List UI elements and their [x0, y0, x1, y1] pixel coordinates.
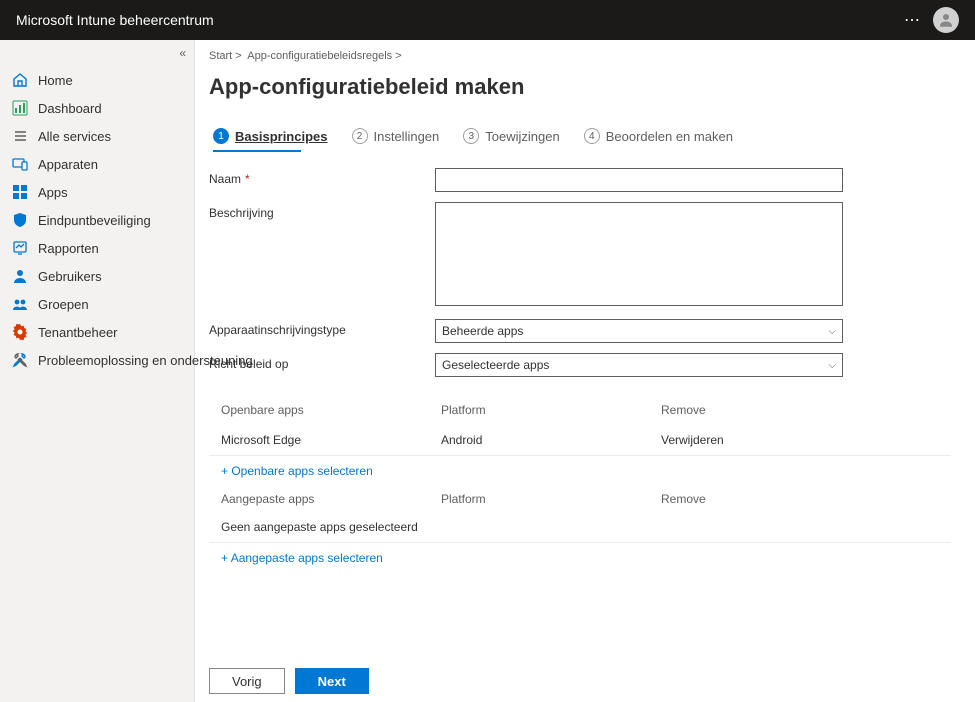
sidebar-item-services[interactable]: Alle services [0, 122, 194, 150]
name-label: Naam* [209, 168, 435, 186]
sidebar-label-home: Home [38, 73, 73, 88]
sidebar-label-reports: Rapporten [38, 241, 99, 256]
target-select[interactable]: Geselecteerde apps ⌵ [435, 353, 843, 377]
wrench-icon [12, 352, 28, 368]
step-label-4: Beoordelen en maken [606, 129, 733, 144]
public-apps-section: Openbare apps Platform Remove Microsoft … [209, 395, 951, 573]
enrollment-label: Apparaatinschrijvingstype [209, 319, 435, 337]
remove-link[interactable]: Verwijderen [661, 433, 724, 447]
public-apps-header-name: Openbare apps [221, 403, 441, 417]
breadcrumb-policies[interactable]: App-configuratiebeleidsregels > [247, 50, 401, 62]
gear-icon [12, 324, 28, 340]
sidebar-label-endpoint: Eindpuntbeveiliging [38, 213, 151, 228]
sidebar: « Home Dashboard Alle services Apparaten… [0, 40, 195, 702]
step-label-1: Basisprincipes [235, 129, 328, 144]
chevron-down-icon: ⌵ [828, 326, 836, 337]
sidebar-item-home[interactable]: Home [0, 66, 194, 94]
sidebar-item-endpoint[interactable]: Eindpuntbeveiliging [0, 206, 194, 234]
sidebar-item-tenant[interactable]: Tenantbeheer [0, 318, 194, 346]
sidebar-item-users[interactable]: Gebruikers [0, 262, 194, 290]
dashboard-icon [12, 100, 28, 116]
sidebar-item-reports[interactable]: Rapporten [0, 234, 194, 262]
breadcrumb: Start > App-configuratiebeleidsregels > [209, 50, 951, 62]
next-button[interactable]: Next [295, 668, 369, 694]
step-label-3: Toewijzingen [485, 129, 559, 144]
main-content: Start > App-configuratiebeleidsregels > … [195, 40, 975, 702]
sidebar-label-groups: Groepen [38, 297, 89, 312]
sidebar-label-apps: Apps [38, 185, 68, 200]
sidebar-item-apps[interactable]: Apps [0, 178, 194, 206]
step-circle-4: 4 [584, 128, 600, 144]
groups-icon [12, 296, 28, 312]
sidebar-label-tenant: Tenantbeheer [38, 325, 118, 340]
breadcrumb-start[interactable]: Start > [209, 50, 242, 62]
custom-apps-header-name: Aangepaste apps [221, 492, 441, 506]
reports-icon [12, 240, 28, 256]
sidebar-label-troubleshoot: Probleemoplossing en ondersteuning [38, 353, 253, 368]
description-label: Beschrijving [209, 202, 435, 220]
previous-button[interactable]: Vorig [209, 668, 285, 694]
public-apps-header-remove: Remove [661, 403, 821, 417]
sidebar-item-groups[interactable]: Groepen [0, 290, 194, 318]
select-custom-apps-link[interactable]: Aangepaste apps selecteren [209, 543, 951, 573]
list-icon [12, 128, 28, 144]
step-circle-1: 1 [213, 128, 229, 144]
app-platform: Android [441, 433, 661, 447]
step-assignments[interactable]: 3 Toewijzingen [463, 128, 559, 144]
sidebar-label-devices: Apparaten [38, 157, 98, 172]
public-apps-header-platform: Platform [441, 403, 661, 417]
sidebar-label-dashboard: Dashboard [38, 101, 102, 116]
apps-icon [12, 184, 28, 200]
step-circle-2: 2 [352, 128, 368, 144]
app-name: Microsoft Edge [221, 433, 441, 447]
devices-icon [12, 156, 28, 172]
step-basics[interactable]: 1 Basisprincipes [213, 128, 328, 144]
home-icon [12, 72, 28, 88]
chevron-down-icon: ⌵ [828, 360, 836, 371]
description-textarea[interactable] [435, 202, 843, 306]
wizard-steps: 1 Basisprincipes 2 Instellingen 3 Toewij… [209, 128, 951, 144]
avatar[interactable] [933, 7, 959, 33]
top-bar: Microsoft Intune beheercentrum ⋯ [0, 0, 975, 40]
app-title: Microsoft Intune beheercentrum [16, 12, 214, 28]
custom-apps-header-remove: Remove [661, 492, 821, 506]
custom-apps-empty: Geen aangepaste apps geselecteerd [209, 512, 951, 543]
step-settings[interactable]: 2 Instellingen [352, 128, 440, 144]
enrollment-select[interactable]: Beheerde apps ⌵ [435, 319, 843, 343]
user-icon [12, 268, 28, 284]
name-input[interactable] [435, 168, 843, 192]
table-row: Microsoft Edge Android Verwijderen [209, 425, 951, 456]
step-circle-3: 3 [463, 128, 479, 144]
wizard-footer: Vorig Next [209, 658, 951, 702]
page-title: App-configuratiebeleid maken [209, 74, 951, 100]
step-review[interactable]: 4 Beoordelen en maken [584, 128, 733, 144]
enrollment-value: Beheerde apps [442, 324, 523, 338]
shield-icon [12, 212, 28, 228]
target-value: Geselecteerde apps [442, 358, 549, 372]
custom-apps-header-platform: Platform [441, 492, 661, 506]
select-public-apps-link[interactable]: Openbare apps selecteren [209, 456, 951, 486]
more-icon[interactable]: ⋯ [904, 10, 921, 30]
step-indicator [213, 150, 301, 152]
sidebar-item-troubleshoot[interactable]: Probleemoplossing en ondersteuning [0, 346, 194, 374]
sidebar-item-devices[interactable]: Apparaten [0, 150, 194, 178]
collapse-icon[interactable]: « [179, 46, 186, 60]
sidebar-item-dashboard[interactable]: Dashboard [0, 94, 194, 122]
sidebar-label-services: Alle services [38, 129, 111, 144]
step-label-2: Instellingen [374, 129, 440, 144]
sidebar-label-users: Gebruikers [38, 269, 102, 284]
